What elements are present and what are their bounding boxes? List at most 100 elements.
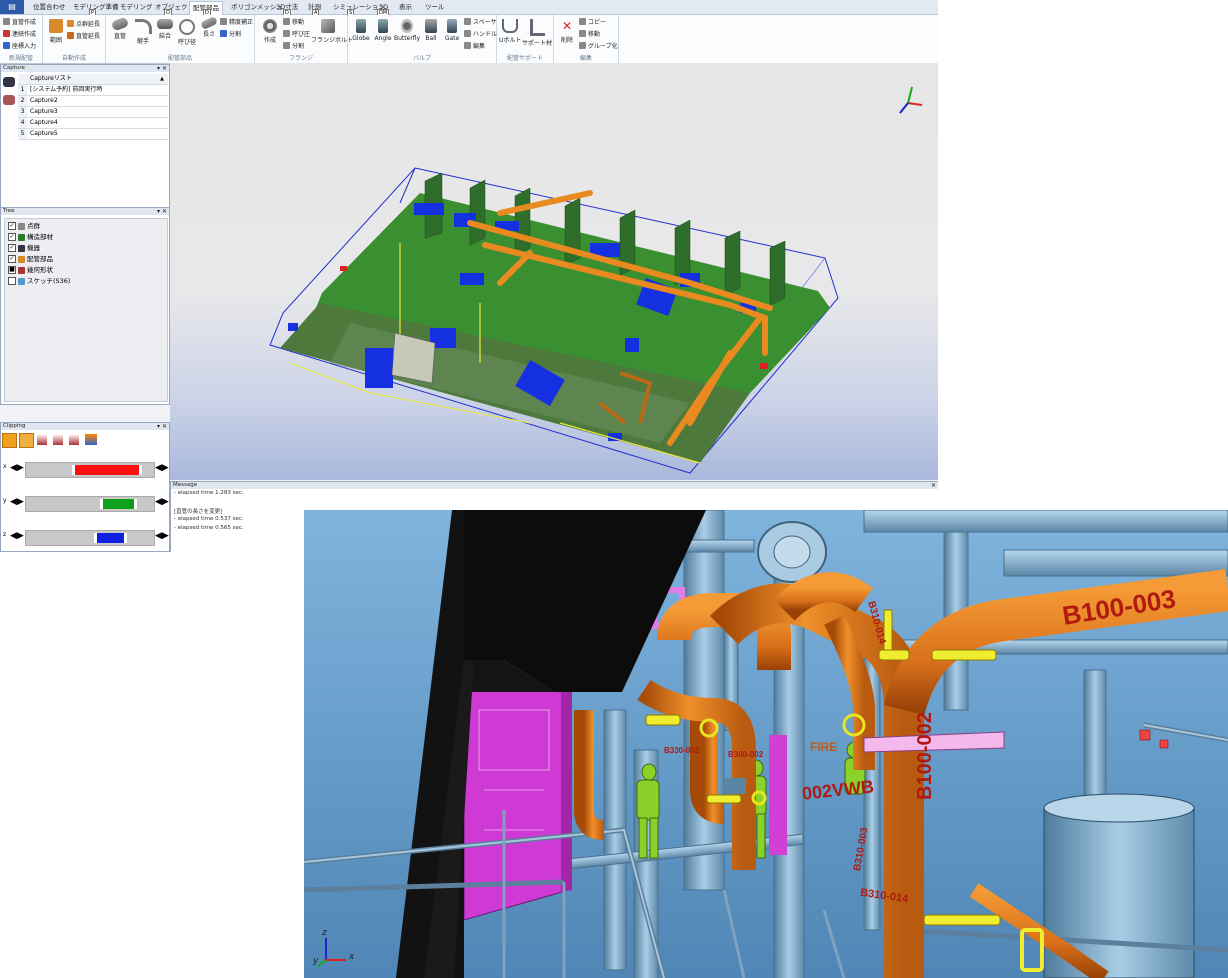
gate-valve-button[interactable]: Gate bbox=[442, 19, 462, 42]
fitting-button[interactable]: 継手 bbox=[133, 19, 153, 45]
tree-item-structure[interactable]: ✓ 構造部材 bbox=[8, 232, 53, 242]
angle-valve-button[interactable]: Angle bbox=[373, 19, 393, 42]
support-icon bbox=[529, 19, 545, 36]
valve-edit-button[interactable]: 編集 bbox=[464, 41, 485, 50]
clip-slider-z[interactable]: z ◀▶ ◀▶ bbox=[3, 527, 169, 546]
accuracy-correct-button[interactable]: 精度補正 bbox=[220, 17, 253, 26]
capture-row[interactable]: 4 Capture4 bbox=[18, 118, 168, 129]
coordinate-icon bbox=[3, 42, 10, 49]
clip-slider-y[interactable]: y ◀▶ ◀▶ bbox=[3, 493, 169, 512]
close-icon[interactable]: ▾ ✕ bbox=[157, 423, 167, 430]
ribbon: 直管作成 連続作成 座標入力 新規配管 範囲 点群延長 直管延長 自動作成 直管… bbox=[0, 15, 938, 64]
length-button[interactable]: 長さ bbox=[199, 15, 219, 38]
spacer-button[interactable]: スペーサ bbox=[464, 17, 496, 26]
clip-z-icon[interactable] bbox=[69, 434, 79, 445]
clip-y-icon[interactable] bbox=[53, 434, 63, 445]
clip-track[interactable] bbox=[25, 462, 155, 478]
coordinate-input-button[interactable]: 座標入力 bbox=[3, 41, 36, 50]
tree-item-piping[interactable]: ✓ 配管部品 bbox=[8, 254, 53, 264]
flange-create-button[interactable]: 作成 bbox=[259, 19, 281, 44]
globe-valve-button[interactable]: Globe bbox=[351, 19, 371, 42]
checkbox[interactable]: ✓ bbox=[8, 255, 16, 263]
tab-alignment[interactable]: 位置合わせ bbox=[30, 1, 69, 14]
close-icon[interactable]: ✕ bbox=[931, 482, 936, 489]
range-button[interactable]: 範囲 bbox=[46, 19, 66, 44]
pointcloud-icon bbox=[18, 222, 25, 230]
straight-pipe-button[interactable]: 直管 bbox=[110, 16, 130, 40]
join-icon bbox=[157, 19, 173, 29]
tree-item-geometry[interactable]: ■ 幾何形状 bbox=[8, 265, 53, 275]
clip-step-arrows[interactable]: ◀▶ bbox=[155, 529, 169, 543]
clip-step-arrows[interactable]: ◀▶ bbox=[10, 461, 24, 475]
ball-valve-button[interactable]: Ball bbox=[421, 19, 441, 42]
pipe-icon bbox=[18, 255, 25, 263]
camera-delete-icon[interactable] bbox=[3, 95, 15, 105]
flange-move-button[interactable]: 移動 bbox=[283, 17, 304, 26]
pipe-extend-button[interactable]: 直管延長 bbox=[67, 31, 100, 40]
capture-row[interactable]: 3 Capture3 bbox=[18, 107, 168, 118]
structure-icon bbox=[18, 233, 25, 241]
create-straight-pipe-button[interactable]: 直管作成 bbox=[3, 17, 36, 26]
adjust-icon bbox=[220, 18, 227, 25]
clip-track[interactable] bbox=[25, 496, 155, 512]
ribbon-tab-bar: ▤ 位置合わせ モデリング準備 モデリング オブジェクト 配管部品 ポリゴンメッ… bbox=[0, 0, 938, 17]
nominal-size-button[interactable]: 呼び径 bbox=[177, 19, 197, 46]
tab-view[interactable]: 表示 bbox=[396, 1, 415, 14]
tab-modeling[interactable]: モデリング bbox=[117, 1, 156, 14]
group-button[interactable]: グループ化 bbox=[579, 41, 618, 50]
axis-triad bbox=[899, 86, 923, 114]
join-button[interactable]: 結合 bbox=[155, 19, 175, 40]
axis-x-label: x bbox=[349, 952, 355, 962]
u-bolt-button[interactable]: Uボルト bbox=[499, 19, 521, 44]
clip-plane-icon[interactable] bbox=[19, 433, 34, 448]
move-button[interactable]: 移動 bbox=[579, 29, 600, 38]
split-button[interactable]: 分割 bbox=[220, 29, 241, 38]
file-menu-button[interactable]: ▤ bbox=[0, 0, 24, 14]
capture-row[interactable]: 5 Capture5 bbox=[18, 129, 168, 140]
checkbox[interactable]: ✓ bbox=[8, 244, 16, 252]
clip-slider-x[interactable]: x ◀▶ ◀▶ bbox=[3, 459, 169, 478]
clip-step-arrows[interactable]: ◀▶ bbox=[10, 529, 24, 543]
message-line: [直管の長さを変更] bbox=[174, 509, 223, 515]
clip-track[interactable] bbox=[25, 530, 155, 546]
nominal-pressure-button[interactable]: 呼び圧 bbox=[283, 29, 310, 38]
axis-y-label: y bbox=[313, 956, 319, 966]
butterfly-valve-button[interactable]: Butterfly bbox=[394, 19, 420, 42]
clip-reset-icon[interactable] bbox=[85, 434, 97, 445]
checkbox[interactable]: ■ bbox=[8, 266, 16, 274]
clip-step-arrows[interactable]: ◀▶ bbox=[155, 461, 169, 475]
sketch-icon bbox=[18, 277, 25, 285]
capture-row[interactable]: 1 [システム予約] 前回実行時 bbox=[18, 85, 168, 96]
extend-icon bbox=[67, 20, 74, 27]
3d-viewport[interactable] bbox=[170, 63, 938, 480]
checkbox[interactable]: ✓ bbox=[8, 222, 16, 230]
group-label: 自動作成 bbox=[61, 55, 86, 62]
bolt-icon bbox=[321, 19, 335, 33]
clip-range-fill[interactable] bbox=[72, 465, 143, 475]
pointcloud-extend-button[interactable]: 点群延長 bbox=[67, 19, 100, 28]
clip-step-arrows[interactable]: ◀▶ bbox=[10, 495, 24, 509]
tab-tools[interactable]: ツール bbox=[422, 1, 448, 14]
clip-x-icon[interactable] bbox=[37, 434, 47, 445]
tree-item-equipment[interactable]: ✓ 機器 bbox=[8, 243, 40, 253]
delete-button[interactable]: ✕ 削除 bbox=[557, 19, 577, 44]
close-icon[interactable]: ▾ ✕ bbox=[157, 208, 167, 215]
checkbox[interactable] bbox=[8, 277, 16, 285]
handle-button[interactable]: ハンドル bbox=[464, 29, 497, 38]
clip-step-arrows[interactable]: ◀▶ bbox=[155, 495, 169, 509]
flange-split-button[interactable]: 分割 bbox=[283, 41, 304, 50]
capture-row[interactable]: 2 Capture2 bbox=[18, 96, 168, 107]
checkbox[interactable]: ✓ bbox=[8, 233, 16, 241]
flange-bolt-button[interactable]: フランジボルト bbox=[311, 19, 353, 44]
support-member-button[interactable]: サポート材 bbox=[522, 19, 552, 47]
clip-range-fill[interactable] bbox=[100, 499, 137, 509]
copy-button[interactable]: コピー bbox=[579, 17, 606, 26]
camera-icon[interactable] bbox=[3, 77, 15, 87]
equipment-icon bbox=[18, 244, 25, 252]
tree-item-pointcloud[interactable]: ✓ 点群 bbox=[8, 221, 40, 231]
close-icon[interactable]: ▾ ✕ bbox=[157, 65, 167, 72]
continuous-create-button[interactable]: 連続作成 bbox=[3, 29, 36, 38]
clip-box-icon[interactable] bbox=[2, 433, 17, 448]
tree-item-sketch[interactable]: スケッチ(S36) bbox=[8, 276, 70, 286]
clip-range-fill[interactable] bbox=[93, 533, 127, 543]
